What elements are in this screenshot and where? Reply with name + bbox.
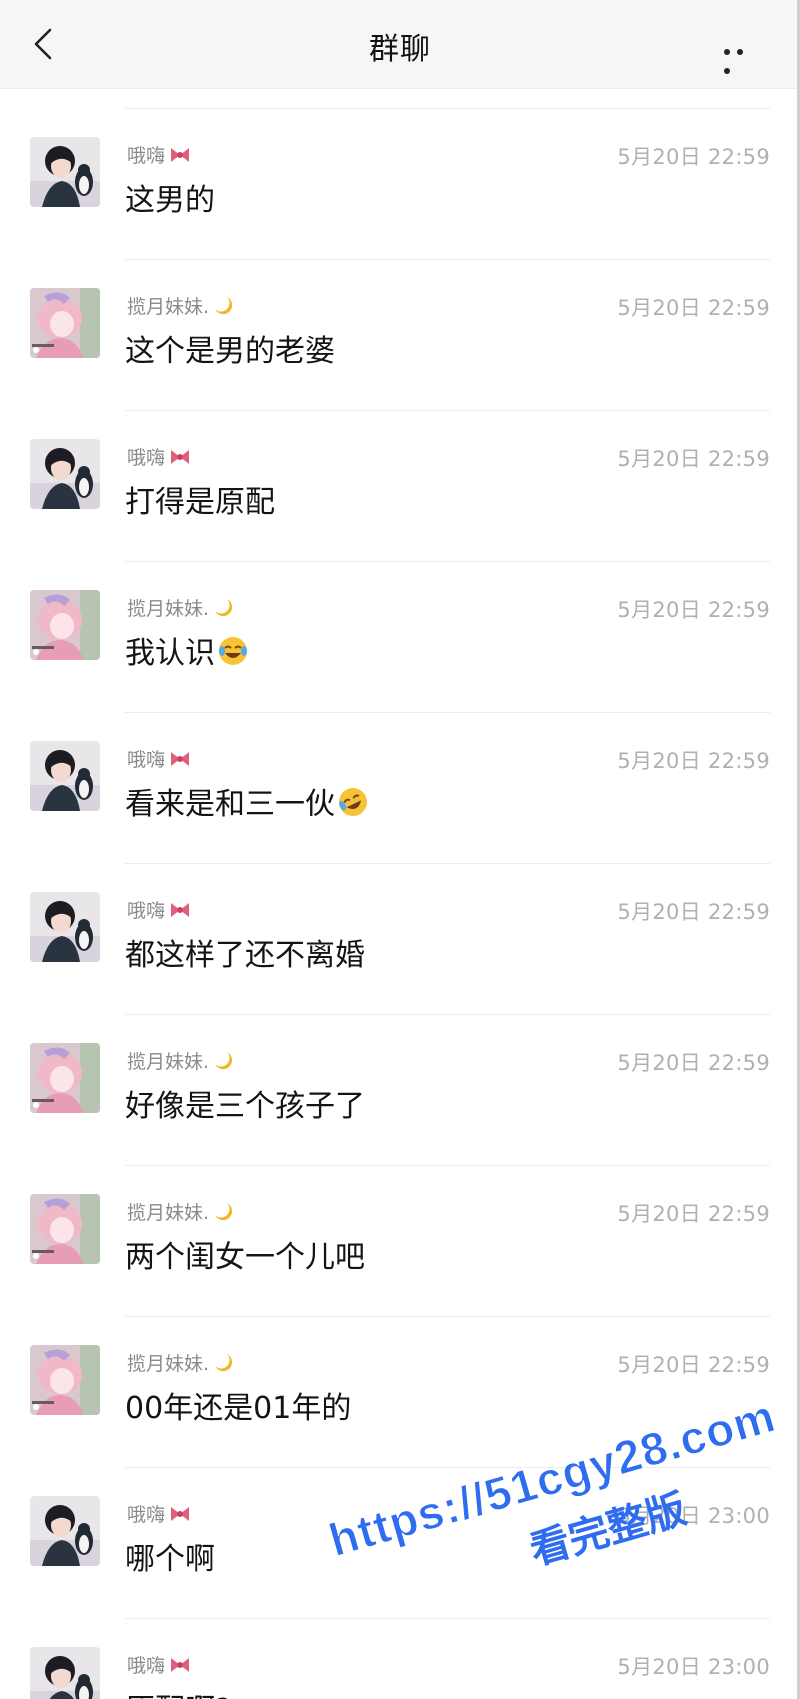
message-item[interactable]: 揽月妹妹. 5月20日 22:59 好像是三个孩子了 [30,1014,770,1165]
bow-icon [169,1505,191,1528]
tears-of-joy-emoji [217,635,249,675]
moon-icon [213,1050,233,1075]
sender-name-text: 揽月妹妹. [127,1051,210,1073]
message-time: 5月20日 22:59 [617,1051,770,1075]
sender-name[interactable]: 揽月妹妹. [127,1349,233,1377]
bow-icon [169,901,191,924]
message-time: 5月20日 22:59 [617,598,770,622]
bow-icon [169,146,191,169]
message-text-content: 打得是原配 [125,485,275,520]
message-text: 打得是原配 [125,477,275,521]
sender-name-text: 揽月妹妹. [127,296,210,318]
sender-name[interactable]: 哦嗨 [127,141,191,169]
message-text-content: 原配啊? [125,1693,231,1699]
sender-name[interactable]: 揽月妹妹. [127,1047,233,1075]
message-text-content: 两个闺女一个儿吧 [125,1240,365,1275]
moon-icon [213,295,233,320]
message-text: 我认识 [125,628,249,675]
sender-name-text: 哦嗨 [127,447,166,469]
message-time: 5月20日 22:59 [617,1353,770,1377]
sender-name-text: 哦嗨 [127,1504,166,1526]
rolling-laughing-emoji [337,786,369,826]
message-item[interactable]: 哦嗨 5月20日 23:00 原配啊? [30,1618,770,1699]
sender-name[interactable]: 哦嗨 [127,745,191,773]
sender-name[interactable]: 哦嗨 [127,443,191,471]
message-item[interactable]: 哦嗨 5月20日 23:00 哪个啊 [30,1467,770,1618]
sender-name-text: 哦嗨 [127,749,166,771]
sender-name-text: 揽月妹妹. [127,1202,210,1224]
sender-name-text: 揽月妹妹. [127,598,210,620]
avatar[interactable] [30,892,100,962]
message-item[interactable]: 哦嗨 5月20日 22:59 看来是和三一伙 [30,712,770,863]
message-text-content: 好像是三个孩子了 [125,1089,365,1124]
message-item[interactable]: 哦嗨 5月20日 22:59 都这样了还不离婚 [30,863,770,1014]
message-time: 5月20日 22:59 [617,145,770,169]
message-item[interactable]: 揽月妹妹. 5月20日 22:59 00年还是01年的 [30,1316,770,1467]
message-text: 原配啊? [125,1685,231,1699]
sender-name[interactable]: 哦嗨 [127,896,191,924]
message-text: 这个是男的老婆 [125,326,335,370]
message-time: 5月20日 22:59 [617,296,770,320]
sender-name-text: 哦嗨 [127,145,166,167]
page-title: 群聊 [369,32,431,67]
message-text: 看来是和三一伙 [125,779,369,826]
sender-name-text: 揽月妹妹. [127,1353,210,1375]
top-bar: 群聊 [0,0,800,89]
avatar[interactable] [30,137,100,207]
message-item[interactable]: 哦嗨 5月20日 22:59 这男的 [30,108,770,259]
bow-icon [169,448,191,471]
message-list: 哦嗨 5月20日 22:59 这男的 揽月妹妹. 5月20日 22:59 这个是男的… [0,108,800,1699]
avatar[interactable] [30,288,100,358]
avatar[interactable] [30,590,100,660]
message-time: 5月20日 22:59 [617,447,770,471]
more-dots-icon[interactable] [724,40,760,74]
moon-icon [213,1352,233,1377]
avatar[interactable] [30,439,100,509]
moon-icon [213,597,233,622]
message-item[interactable]: 哦嗨 5月20日 22:59 打得是原配 [30,410,770,561]
avatar[interactable] [30,1194,100,1264]
message-time: 5月20日 23:00 [617,1504,770,1528]
moon-icon [213,1201,233,1226]
message-text: 都这样了还不离婚 [125,930,365,974]
avatar[interactable] [30,1345,100,1415]
sender-name[interactable]: 哦嗨 [127,1651,191,1679]
message-item[interactable]: 揽月妹妹. 5月20日 22:59 我认识 [30,561,770,712]
sender-name-text: 哦嗨 [127,1655,166,1677]
message-item[interactable]: 揽月妹妹. 5月20日 22:59 这个是男的老婆 [30,259,770,410]
message-time: 5月20日 23:00 [617,1655,770,1679]
message-text-content: 哪个啊 [125,1542,215,1577]
sender-name[interactable]: 揽月妹妹. [127,292,233,320]
message-text-content: 我认识 [125,636,215,671]
avatar[interactable] [30,1647,100,1699]
message-time: 5月20日 22:59 [617,900,770,924]
message-text-content: 00年还是01年的 [125,1391,352,1426]
message-text-content: 这男的 [125,183,215,218]
sender-name[interactable]: 揽月妹妹. [127,1198,233,1226]
sender-name[interactable]: 揽月妹妹. [127,594,233,622]
sender-name[interactable]: 哦嗨 [127,1500,191,1528]
message-text-content: 这个是男的老婆 [125,334,335,369]
message-time: 5月20日 22:59 [617,1202,770,1226]
message-item[interactable]: 揽月妹妹. 5月20日 22:59 两个闺女一个儿吧 [30,1165,770,1316]
sender-name-text: 哦嗨 [127,900,166,922]
message-text-content: 看来是和三一伙 [125,787,335,822]
bow-icon [169,1656,191,1679]
message-time: 5月20日 22:59 [617,749,770,773]
message-text: 00年还是01年的 [125,1383,351,1427]
message-text: 哪个啊 [125,1534,215,1578]
avatar[interactable] [30,1043,100,1113]
message-text: 这男的 [125,175,215,219]
message-text: 好像是三个孩子了 [125,1081,365,1125]
message-text-content: 都这样了还不离婚 [125,938,365,973]
avatar[interactable] [30,741,100,811]
message-text: 两个闺女一个儿吧 [125,1232,365,1276]
avatar[interactable] [30,1496,100,1566]
chat-screen: 群聊 哦嗨 5月20日 22:59 这男的 揽月妹妹. 5月20日 22:59 这个… [0,0,800,1699]
bow-icon [169,750,191,773]
